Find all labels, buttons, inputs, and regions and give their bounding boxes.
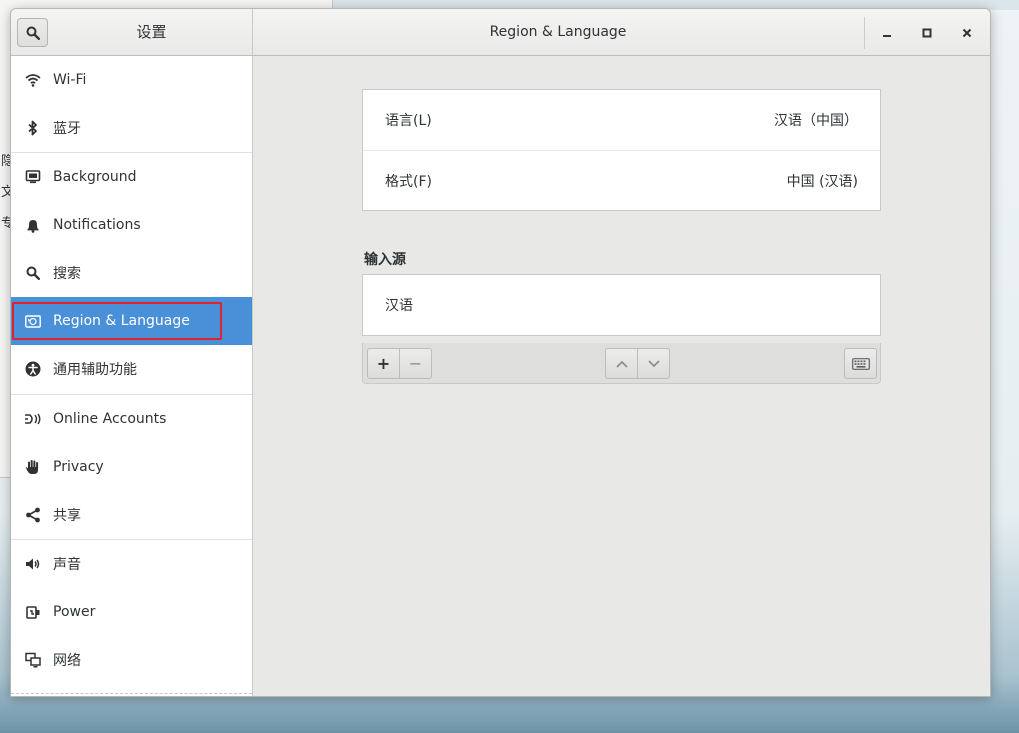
sidebar-item-network[interactable]: 网络 bbox=[11, 636, 252, 684]
region-language-panel: 语言(L) 汉语（中国） 格式(F) 中国 (汉语) 输入源 汉语 + − bbox=[254, 56, 990, 696]
sidebar-header: 设置 bbox=[11, 9, 253, 56]
chevron-up-icon bbox=[615, 360, 628, 368]
minimize-icon bbox=[883, 35, 891, 37]
sidebar-item-label: Power bbox=[53, 604, 96, 620]
background-icon bbox=[23, 167, 43, 187]
move-down-button[interactable] bbox=[637, 348, 670, 379]
sidebar-item-label: Region & Language bbox=[53, 313, 190, 329]
maximize-icon bbox=[922, 28, 932, 38]
search-icon bbox=[26, 26, 40, 40]
speaker-icon bbox=[23, 554, 43, 574]
sidebar-bottom-edge bbox=[11, 693, 252, 694]
sidebar-item-label: 网络 bbox=[53, 653, 81, 669]
sidebar-item-privacy[interactable]: Privacy bbox=[11, 443, 252, 491]
close-icon bbox=[962, 28, 972, 38]
sidebar-item-sharing[interactable]: 共享 bbox=[11, 491, 252, 539]
input-source-item[interactable]: 汉语 bbox=[363, 275, 880, 335]
keyboard-layout-button[interactable] bbox=[844, 348, 877, 379]
input-source-label: 汉语 bbox=[385, 298, 413, 314]
sidebar-item-online-accounts[interactable]: Online Accounts bbox=[11, 395, 252, 443]
sidebar-item-label: Notifications bbox=[53, 217, 141, 233]
maximize-button[interactable] bbox=[913, 19, 941, 47]
sidebar-item-label: 声音 bbox=[53, 557, 81, 573]
keyboard-icon bbox=[851, 357, 870, 370]
share-icon bbox=[23, 505, 43, 525]
language-label: 语言(L) bbox=[385, 113, 432, 129]
sidebar-item-label: 通用辅助功能 bbox=[53, 362, 137, 378]
sidebar-item-sound[interactable]: 声音 bbox=[11, 540, 252, 588]
sidebar-item-label: 蓝牙 bbox=[53, 121, 81, 137]
sidebar-item-label: 共享 bbox=[53, 508, 81, 524]
move-up-button[interactable] bbox=[605, 348, 638, 379]
bluetooth-icon bbox=[23, 118, 43, 138]
region-icon bbox=[23, 311, 43, 331]
wifi-icon bbox=[23, 70, 43, 90]
minimize-button[interactable] bbox=[873, 19, 901, 47]
bell-icon bbox=[23, 215, 43, 235]
language-row[interactable]: 语言(L) 汉语（中国） bbox=[363, 90, 880, 150]
sidebar-item-label: Wi-Fi bbox=[53, 72, 87, 88]
sidebar-item-search[interactable]: 搜索 bbox=[11, 249, 252, 297]
language-formats-card: 语言(L) 汉语（中国） 格式(F) 中国 (汉语) bbox=[362, 89, 881, 211]
sidebar: Wi-Fi 蓝牙 Background Notifications 搜索 Reg… bbox=[11, 56, 253, 696]
chevron-down-icon bbox=[647, 359, 660, 367]
input-sources-heading: 输入源 bbox=[364, 252, 406, 268]
language-value: 汉语（中国） bbox=[774, 113, 858, 129]
input-sources-toolbar: + − bbox=[362, 343, 881, 384]
sidebar-item-accessibility[interactable]: 通用辅助功能 bbox=[11, 345, 252, 393]
settings-window: 设置 Region & Language Wi-Fi 蓝牙 Background… bbox=[10, 8, 991, 697]
titlebar-separator bbox=[864, 17, 865, 49]
formats-value: 中国 (汉语) bbox=[786, 173, 858, 190]
search-button[interactable] bbox=[17, 18, 48, 47]
sidebar-item-background[interactable]: Background bbox=[11, 153, 252, 201]
app-title: 设置 bbox=[136, 23, 167, 41]
sidebar-item-region-language[interactable]: Region & Language bbox=[11, 297, 252, 345]
sidebar-item-label: 搜索 bbox=[53, 266, 81, 282]
sidebar-item-bluetooth[interactable]: 蓝牙 bbox=[11, 104, 252, 152]
online-accounts-icon bbox=[23, 409, 43, 429]
sidebar-item-label: Online Accounts bbox=[53, 411, 167, 427]
sidebar-item-notifications[interactable]: Notifications bbox=[11, 201, 252, 249]
close-button[interactable] bbox=[953, 19, 981, 47]
accessibility-icon bbox=[23, 359, 43, 379]
input-sources-list: 汉语 bbox=[362, 274, 881, 336]
power-icon bbox=[23, 602, 43, 622]
panel-title: Region & Language bbox=[489, 24, 627, 40]
network-icon bbox=[23, 650, 43, 670]
sidebar-item-label: Privacy bbox=[53, 459, 104, 475]
remove-input-source-button[interactable]: − bbox=[399, 348, 432, 379]
titlebar: 设置 Region & Language bbox=[11, 9, 990, 56]
sidebar-item-wifi[interactable]: Wi-Fi bbox=[11, 56, 252, 104]
sidebar-item-power[interactable]: Power bbox=[11, 588, 252, 636]
search-icon bbox=[23, 263, 43, 283]
formats-row[interactable]: 格式(F) 中国 (汉语) bbox=[363, 150, 880, 210]
formats-label: 格式(F) bbox=[385, 173, 432, 190]
add-input-source-button[interactable]: + bbox=[367, 348, 400, 379]
sidebar-item-label: Background bbox=[53, 169, 137, 185]
hand-icon bbox=[23, 457, 43, 477]
